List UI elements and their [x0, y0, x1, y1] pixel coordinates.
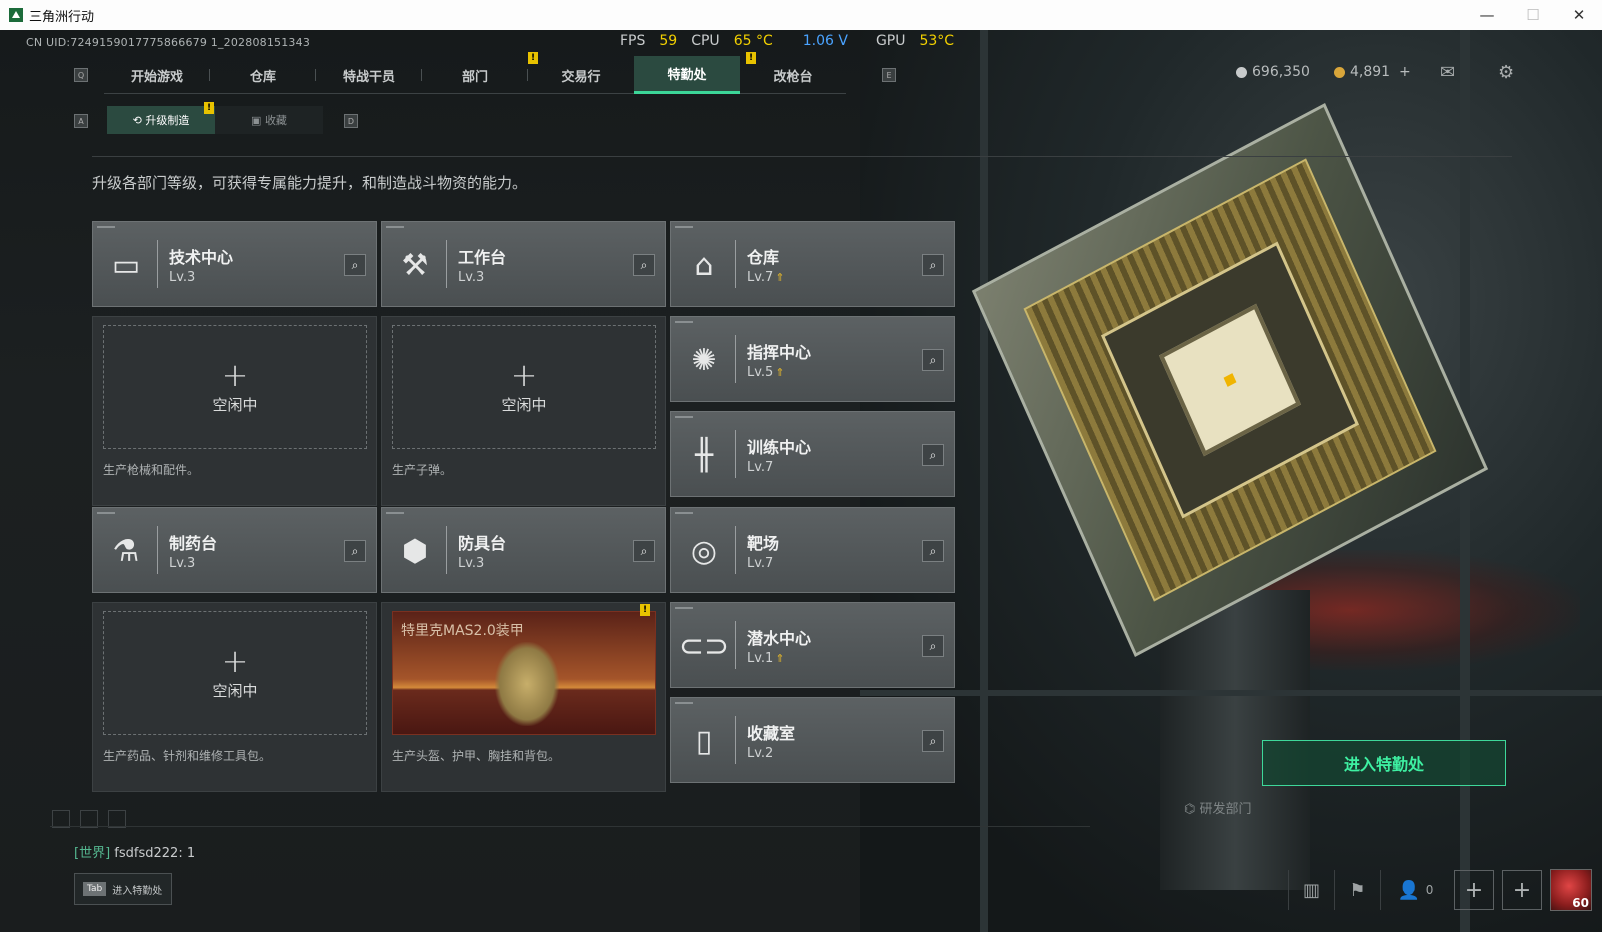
- cpu-temp: 65 °C: [733, 33, 773, 49]
- window-title: 三角洲行动: [29, 9, 95, 25]
- cpu-voltage: 1.06 V: [802, 33, 848, 49]
- dept-card-collection-room[interactable]: ▯ 收藏室 Lv.2 ⌕: [670, 697, 955, 783]
- tab-trade[interactable]: 交易行: [528, 56, 634, 94]
- key-d-hint: D: [344, 114, 358, 128]
- tab-collection[interactable]: ▣ 收藏: [215, 106, 323, 134]
- performance-overlay: FPS 59 CPU 65 °C 1.06 V GPU 53°C: [620, 30, 968, 52]
- armor-vest-image: [495, 642, 559, 726]
- search-icon[interactable]: ⌕: [922, 635, 944, 657]
- search-icon[interactable]: ⌕: [922, 349, 944, 371]
- search-icon[interactable]: ⌕: [922, 254, 944, 276]
- monitor-icon: ▭: [111, 247, 141, 283]
- stats-chart-icon[interactable]: ▥: [1288, 870, 1334, 910]
- upgrade-notification-badge: !: [204, 102, 214, 114]
- fps-label: FPS: [620, 33, 646, 49]
- search-icon[interactable]: ⌕: [633, 540, 655, 562]
- tab-upgrade-craft[interactable]: ⟲ 升级制造: [107, 106, 215, 134]
- upgrade-arrow-icon: ⇑: [775, 271, 785, 284]
- tab-start-game[interactable]: 开始游戏: [104, 56, 210, 94]
- craft-complete-badge: !: [640, 604, 650, 616]
- tab-key-hint[interactable]: Tab 进入特勤处: [74, 873, 172, 905]
- microscope-icon: ⚗: [112, 533, 140, 569]
- main-nav: 开始游戏 仓库 特战干员 部门 交易行 特勤处 改枪台: [104, 56, 846, 94]
- key-e-hint: E: [882, 68, 896, 82]
- upgrade-arrow-icon: ⇑: [775, 366, 785, 379]
- mail-icon[interactable]: ✉: [1440, 62, 1455, 83]
- dept-card-armory[interactable]: ⬢ 防具台 Lv.3 ⌕: [381, 507, 666, 593]
- close-button[interactable]: ✕: [1556, 0, 1602, 30]
- gpu-temp: 53°C: [919, 33, 955, 49]
- scene-department-label: ⌬ 研发部门: [1184, 802, 1252, 817]
- dept-card-shooting-range[interactable]: ◎ 靶场 Lv.7 ⌕: [670, 507, 955, 593]
- dept-card-diving-center[interactable]: ⊂⊃ 潜水中心 Lv.1 ⇑ ⌕: [670, 602, 955, 688]
- cubes-icon: ⬢: [401, 533, 429, 569]
- search-icon[interactable]: ⌕: [344, 254, 366, 276]
- minimize-button[interactable]: —: [1464, 0, 1510, 30]
- garage-icon: ⌂: [694, 247, 714, 283]
- production-slot-tech[interactable]: + 空闲中 生产枪械和配件。: [92, 316, 377, 506]
- special-ops-notification-badge: !: [746, 52, 756, 64]
- key-q-hint: Q: [74, 68, 88, 82]
- chat-line[interactable]: [世界] fsdfsd222: 1: [74, 842, 195, 861]
- divider: [50, 826, 1090, 827]
- tools-icon: ⚒: [401, 247, 429, 283]
- department-notification-badge: !: [528, 52, 538, 64]
- friends-button[interactable]: 👤 0: [1380, 870, 1450, 910]
- dept-card-pharmacy[interactable]: ⚗ 制药台 Lv.3 ⌕: [92, 507, 377, 593]
- add-icon: +: [221, 641, 249, 680]
- tab-special-ops[interactable]: 特勤处: [634, 56, 740, 94]
- dumbbell-icon: ╫: [694, 437, 714, 473]
- silver-coin-icon: [1236, 66, 1247, 78]
- gold-coin-icon: [1334, 66, 1345, 78]
- player-avatar[interactable]: 60: [1550, 869, 1592, 911]
- search-icon[interactable]: ⌕: [633, 254, 655, 276]
- app-logo-icon: [9, 8, 23, 22]
- production-slot-pharmacy[interactable]: + 空闲中 生产药品、针剂和维修工具包。: [92, 602, 377, 792]
- dept-card-training-center[interactable]: ╫ 训练中心 Lv.7 ⌕: [670, 411, 955, 497]
- window-titlebar: 三角洲行动 — ☐ ✕: [0, 0, 1602, 30]
- add-slot-button[interactable]: +: [1502, 870, 1542, 910]
- add-currency-button[interactable]: +: [1399, 64, 1411, 80]
- search-icon[interactable]: ⌕: [344, 540, 366, 562]
- gold-currency[interactable]: 4,891 +: [1334, 64, 1411, 80]
- silver-currency: 696,350: [1236, 64, 1310, 80]
- divider: [92, 156, 1512, 157]
- search-icon[interactable]: ⌕: [922, 444, 944, 466]
- page-description: 升级各部门等级，可获得专属能力提升，和制造战斗物资的能力。: [92, 174, 528, 192]
- tab-department[interactable]: 部门: [422, 56, 528, 94]
- cpu-label: CPU: [691, 33, 720, 49]
- maximize-button[interactable]: ☐: [1510, 0, 1556, 30]
- sub-nav: ⟲ 升级制造 ▣ 收藏: [107, 106, 323, 134]
- command-icon: ✺: [691, 342, 717, 378]
- dept-card-tech-center[interactable]: ▭ 技术中心 Lv.3 ⌕: [92, 221, 377, 307]
- search-icon[interactable]: ⌕: [922, 540, 944, 562]
- flag-icon[interactable]: ⚑: [1334, 870, 1380, 910]
- dept-card-command-center[interactable]: ✺ 指挥中心 Lv.5 ⇑ ⌕: [670, 316, 955, 402]
- hq-scene: [860, 30, 1602, 932]
- tab-warehouse[interactable]: 仓库: [210, 56, 316, 94]
- add-slot-button[interactable]: +: [1454, 870, 1494, 910]
- production-slot-armory[interactable]: 特里克MAS2.0装甲 生产头盔、护甲、胸挂和背包。: [381, 602, 666, 792]
- game-viewport: CN UID:7249159017775866679 1_20280815134…: [0, 30, 1602, 932]
- player-uid: CN UID:7249159017775866679 1_20280815134…: [26, 36, 311, 49]
- goggles-icon: ⊂⊃: [678, 628, 730, 664]
- key-a-hint: A: [74, 114, 88, 128]
- crafting-item-preview[interactable]: 特里克MAS2.0装甲: [392, 611, 656, 735]
- bottom-bar: ▥ ⚑ 👤 0 + + 60: [1288, 868, 1602, 912]
- dept-card-warehouse[interactable]: ⌂ 仓库 Lv.7 ⇑ ⌕: [670, 221, 955, 307]
- vault-icon: ▯: [695, 723, 713, 759]
- settings-gear-icon[interactable]: ⚙: [1498, 62, 1514, 83]
- upgrade-arrow-icon: ⇑: [775, 652, 785, 665]
- dept-card-workbench[interactable]: ⚒ 工作台 Lv.3 ⌕: [381, 221, 666, 307]
- gpu-label: GPU: [875, 33, 906, 49]
- tab-operators[interactable]: 特战干员: [316, 56, 422, 94]
- add-icon: +: [221, 355, 249, 394]
- user-icon: 👤: [1397, 879, 1421, 901]
- target-icon: ◎: [690, 533, 718, 569]
- add-icon: +: [510, 355, 538, 394]
- search-icon[interactable]: ⌕: [922, 730, 944, 752]
- enter-special-ops-button[interactable]: 进入特勤处: [1262, 740, 1506, 786]
- fps-value: 59: [659, 33, 678, 49]
- production-slot-workbench[interactable]: + 空闲中 生产子弹。: [381, 316, 666, 506]
